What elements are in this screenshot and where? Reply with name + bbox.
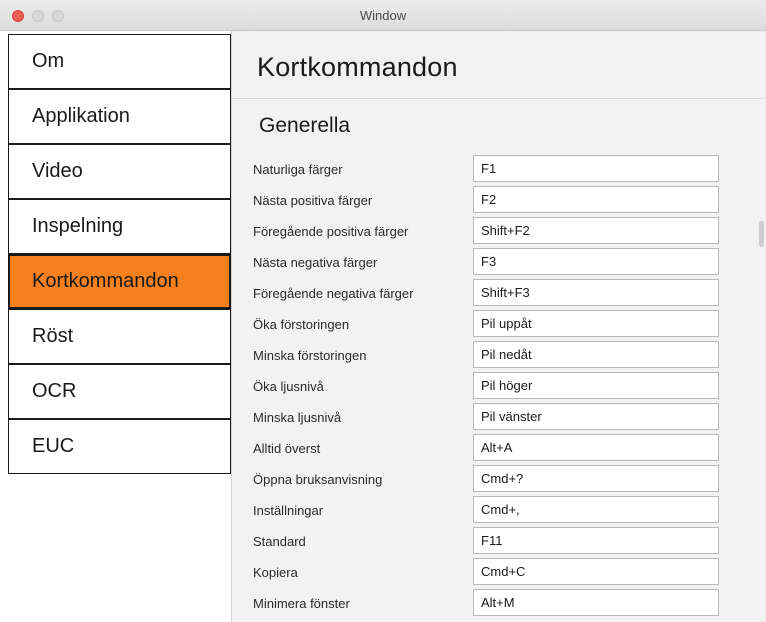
shortcut-field-standard[interactable]: [473, 527, 719, 554]
shortcut-field-nasta-positiva-farger[interactable]: [473, 186, 719, 213]
shortcut-label: Föregående positiva färger: [253, 224, 409, 239]
sidebar-item-ocr[interactable]: OCR: [8, 364, 231, 419]
shortcut-label: Öppna bruksanvisning: [253, 472, 383, 487]
title-bar[interactable]: Window: [0, 0, 766, 31]
shortcut-field-oppna-bruksanvisning[interactable]: [473, 465, 719, 492]
shortcut-field-alltid-overst[interactable]: [473, 434, 719, 461]
shortcut-field-naturliga-farger[interactable]: [473, 155, 719, 182]
sidebar-item-euc[interactable]: EUC: [8, 419, 231, 474]
sidebar-item-rost[interactable]: Röst: [8, 309, 231, 364]
shortcut-label: Alltid överst: [253, 441, 321, 456]
shortcut-label: Standard: [253, 534, 306, 549]
page-title: Kortkommandon: [257, 52, 458, 82]
shortcut-label: Öka ljusnivå: [253, 379, 324, 394]
shortcut-label: Minimera fönster: [253, 596, 350, 611]
vertical-scrollbar[interactable]: [759, 221, 764, 247]
sidebar-item-kortkommandon[interactable]: Kortkommandon: [8, 254, 231, 309]
shortcut-label: Minska ljusnivå: [253, 410, 342, 425]
shortcut-field-oka-forstoringen[interactable]: [473, 310, 719, 337]
shortcut-label: Nästa negativa färger: [253, 255, 378, 270]
shortcut-field-oka-ljusniva[interactable]: [473, 372, 719, 399]
shortcut-field-minska-ljusniva[interactable]: [473, 403, 719, 430]
sidebar-item-om[interactable]: Om: [8, 34, 231, 89]
sidebar-item-applikation[interactable]: Applikation: [8, 89, 231, 144]
window-title: Window: [359, 8, 407, 23]
app-window: Window Om Applikation Video Inspelning K…: [0, 0, 766, 622]
shortcut-field-foregaende-positiva-farger[interactable]: [473, 217, 719, 244]
sidebar-item-video[interactable]: Video: [8, 144, 231, 199]
section-title: Generella: [259, 114, 351, 137]
shortcut-label: Inställningar: [253, 503, 324, 518]
shortcut-field-minska-forstoringen[interactable]: [473, 341, 719, 368]
shortcut-field-nasta-negativa-farger[interactable]: [473, 248, 719, 275]
shortcut-label: Nästa positiva färger: [253, 193, 373, 208]
shortcut-field-kopiera[interactable]: [473, 558, 719, 585]
page-header: Kortkommandon: [232, 31, 766, 99]
sidebar-item-inspelning[interactable]: Inspelning: [8, 199, 231, 254]
shortcut-label: Minska förstoringen: [253, 348, 367, 363]
shortcut-label: Föregående negativa färger: [253, 286, 414, 301]
shortcut-label: Kopiera: [253, 565, 298, 580]
shortcut-field-minimera-fonster[interactable]: [473, 589, 719, 616]
shortcut-field-installningar[interactable]: [473, 496, 719, 523]
shortcut-label: Öka förstoringen: [253, 317, 350, 332]
shortcut-label: Naturliga färger: [253, 162, 343, 177]
settings-sidebar: Om Applikation Video Inspelning Kortkomm…: [0, 31, 232, 622]
shortcut-field-foregaende-negativa-farger[interactable]: [473, 279, 719, 306]
settings-content: Kortkommandon Generella Naturliga färger…: [232, 31, 766, 622]
